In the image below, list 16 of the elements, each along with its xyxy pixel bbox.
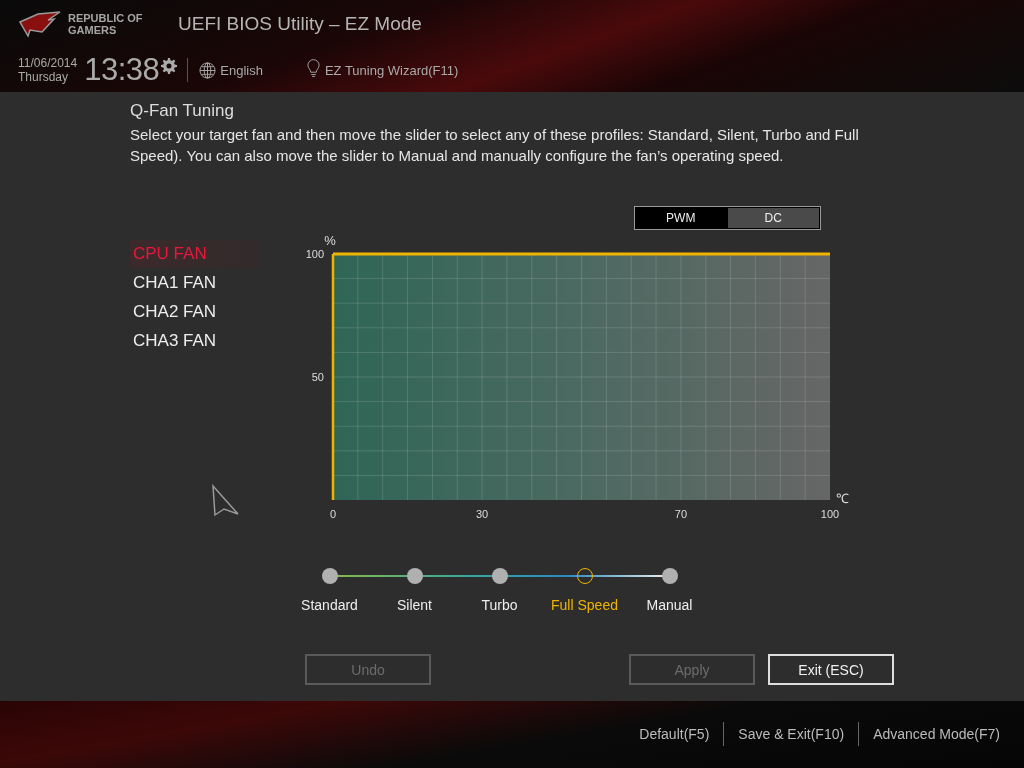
x-axis-unit-label: ℃ [836, 491, 849, 506]
clock-time: 13:38 [84, 52, 160, 88]
weekday-text: Thursday [18, 70, 70, 84]
x-axis-tick-label: 70 [674, 508, 688, 520]
y-axis-tick-label: 100 [305, 248, 324, 260]
y-axis-unit-label: % [324, 233, 336, 248]
panel-title: Q-Fan Tuning [130, 100, 234, 122]
window-title: UEFI BIOS Utility – EZ Mode [178, 13, 422, 35]
logo-text: REPUBLIC OF [68, 12, 144, 24]
logo-text: GAMERS [68, 24, 118, 36]
x-axis-tick-label: 0 [329, 508, 337, 520]
x-axis-tick-label: 100 [820, 508, 840, 520]
panel-description: Select your target fan and then move the slider to select any of these profiles: Standard, Silent, Turbo and Full Speed). You can also move the slider to Manual and manually configure the fan’s operating speed. [130, 125, 860, 166]
x-axis-tick-label: 30 [476, 508, 489, 520]
y-axis-tick-label: 50 [311, 371, 324, 383]
date-text: 11/06/2014 [18, 56, 78, 70]
